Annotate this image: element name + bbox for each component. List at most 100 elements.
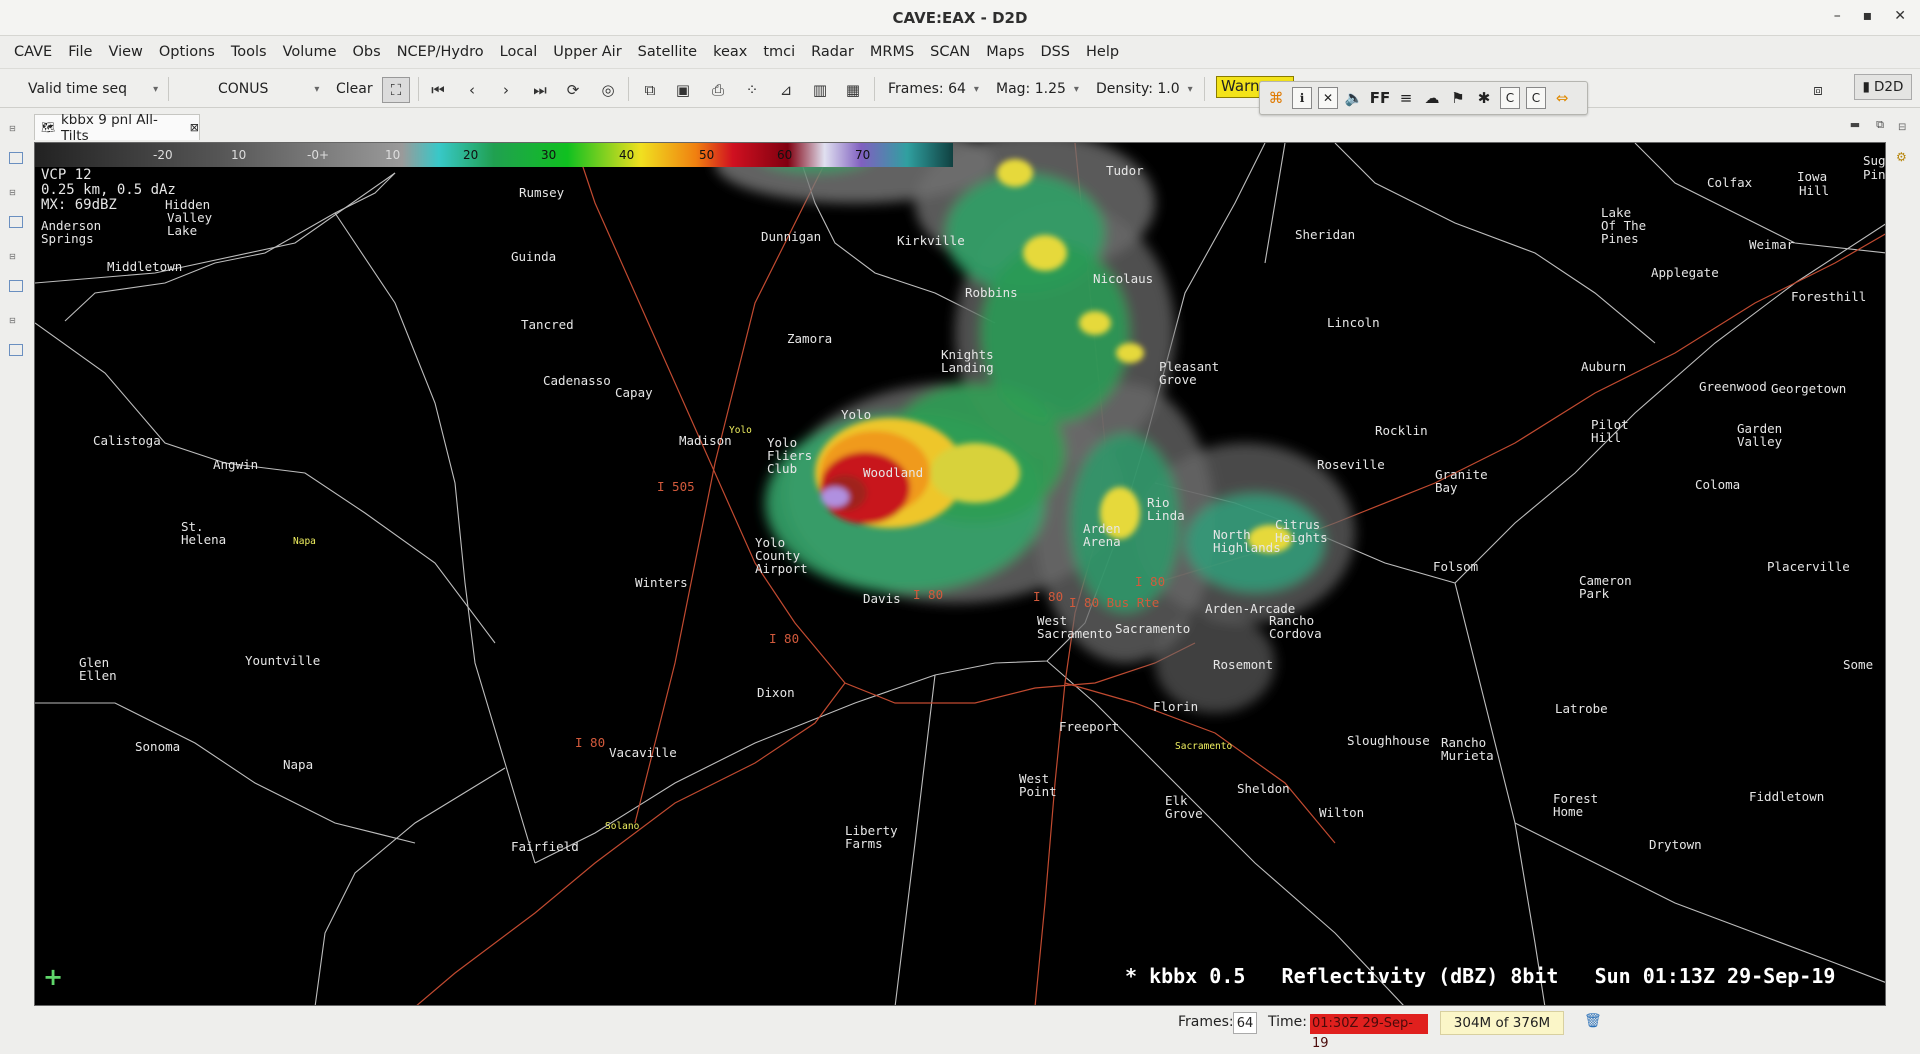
map-label: Middletown — [107, 259, 182, 274]
tab-kbbx-all-tilts[interactable]: 🗺 kbbx 9 pnl All-Tilts ⊠ — [34, 112, 200, 144]
c-left-icon[interactable]: C — [1500, 87, 1520, 109]
last-frame-icon[interactable]: ⏭ — [530, 80, 550, 100]
previous-frame-icon[interactable]: ‹ — [462, 80, 482, 100]
menu-file[interactable]: File — [60, 44, 100, 60]
time-mode-dropdown[interactable]: Valid time seq ▾ — [28, 69, 158, 109]
map-label: Grove — [1159, 372, 1197, 387]
menu-cave[interactable]: CAVE — [6, 44, 60, 60]
map-label: Folsom — [1433, 559, 1478, 574]
menu-satellite[interactable]: Satellite — [630, 44, 705, 60]
menu-radar[interactable]: Radar — [803, 44, 862, 60]
menu-obs[interactable]: Obs — [345, 44, 389, 60]
restore-icon[interactable]: ⊟ — [9, 188, 23, 200]
menu-keax[interactable]: keax — [705, 44, 755, 60]
panel-layout-icon[interactable]: ▥ — [810, 80, 830, 100]
memory-usage-box[interactable]: 304M of 376M — [1440, 1011, 1564, 1035]
menu-lines-icon[interactable]: ≡ — [1396, 87, 1416, 109]
map-label: Cadenasso — [543, 373, 611, 388]
open-perspective-icon[interactable]: ⧈ — [1808, 80, 1828, 100]
speaker-icon[interactable]: 🔈 — [1344, 87, 1364, 109]
minimize-button[interactable]: – — [1834, 8, 1841, 24]
d2d-perspective-button[interactable]: ▮ D2D — [1854, 74, 1912, 100]
max-dbz-text: MX: 69dBZ — [41, 197, 117, 213]
restore-icon[interactable]: ⊟ — [1898, 122, 1906, 133]
print-icon[interactable]: ⎙ — [708, 80, 728, 100]
points-icon[interactable]: ⁘ — [742, 80, 762, 100]
map-label: Guinda — [511, 249, 556, 264]
maximize-pane-icon[interactable]: ⧉ — [1876, 118, 1884, 132]
map-label: Woodland — [863, 465, 923, 480]
c-right-icon[interactable]: C — [1526, 87, 1546, 109]
first-frame-icon[interactable]: ⏮ — [428, 80, 448, 100]
tools-icon[interactable]: ⚙ — [1896, 150, 1907, 164]
map-label: Lincoln — [1327, 315, 1380, 330]
scale-dropdown[interactable]: CONUS ▾ — [218, 69, 319, 109]
vcp-text: VCP 12 — [41, 167, 92, 183]
storm-track-icon[interactable]: ☁ — [1422, 87, 1442, 109]
map-label: Home — [1553, 804, 1583, 819]
close-box-icon[interactable]: ✕ — [1318, 87, 1338, 109]
clear-button[interactable]: Clear — [336, 69, 373, 109]
map-label: Some — [1843, 657, 1873, 672]
menu-maps[interactable]: Maps — [978, 44, 1032, 60]
swap-arrows-icon[interactable]: ⇔ — [1552, 87, 1572, 109]
menu-scan[interactable]: SCAN — [922, 44, 978, 60]
frames-dropdown[interactable]: Frames: 64 ▾ — [888, 69, 979, 109]
map-label: Farms — [845, 836, 883, 851]
density-dropdown[interactable]: Density: 1.0 ▾ — [1096, 69, 1193, 109]
density-value: Density: 1.0 — [1096, 81, 1180, 97]
map-label: Calistoga — [93, 433, 161, 448]
move-icon[interactable]: ⌘ — [1266, 87, 1286, 109]
menu-ncep-hydro[interactable]: NCEP/Hydro — [389, 44, 492, 60]
trash-icon[interactable]: 🗑 — [1584, 1013, 1602, 1029]
map-label: Davis — [863, 591, 901, 606]
map-label: Fairfield — [511, 839, 579, 854]
flag-icon[interactable]: ⚑ — [1448, 87, 1468, 109]
radar-map-canvas[interactable]: TudorRumseyDunnigan KirkvilleColfax IowaHi… — [35, 143, 1886, 1006]
restore-icon[interactable]: ⊟ — [9, 124, 23, 136]
menu-volume[interactable]: Volume — [275, 44, 345, 60]
restore-icon[interactable]: ⊟ — [9, 316, 23, 328]
map-label: Napa — [283, 757, 313, 772]
menu-upper-air[interactable]: Upper Air — [545, 44, 629, 60]
image-properties-icon[interactable]: ⧉ — [640, 80, 660, 100]
editor-tab-row: 🗺 kbbx 9 pnl All-Tilts ⊠ ▬ ⧉ — [30, 110, 1888, 144]
fast-forward-icon[interactable]: FF — [1370, 87, 1391, 109]
colorbar-tick: 70 — [855, 148, 870, 162]
menu-mrms[interactable]: MRMS — [862, 44, 922, 60]
four-panel-icon[interactable]: ▦ — [843, 80, 863, 100]
add-cursor-icon: + — [43, 963, 63, 991]
restore-icon[interactable]: ⊟ — [9, 252, 23, 264]
info-icon[interactable]: ℹ — [1292, 87, 1312, 109]
map-label: Club — [767, 461, 797, 476]
menu-view[interactable]: View — [100, 44, 150, 60]
window-title: CAVE:EAX - D2D — [892, 9, 1028, 27]
map-label: Freeport — [1059, 719, 1119, 734]
fullscreen-toggle-icon[interactable]: ⛶ — [382, 77, 410, 103]
panel-icon[interactable] — [9, 344, 23, 356]
loop-icon[interactable]: ⟳ — [563, 80, 583, 100]
menu-help[interactable]: Help — [1078, 44, 1127, 60]
map-label: Sheldon — [1237, 781, 1290, 796]
snowflake-icon[interactable]: ✱ — [1474, 87, 1494, 109]
menu-tmci[interactable]: tmci — [755, 44, 803, 60]
minimize-pane-icon[interactable]: ▬ — [1850, 118, 1860, 132]
panel-icon[interactable] — [9, 216, 23, 228]
menu-tools[interactable]: Tools — [223, 44, 275, 60]
next-frame-icon[interactable]: › — [496, 80, 516, 100]
panel-icon[interactable] — [9, 280, 23, 292]
maximize-button[interactable]: ▪ — [1863, 8, 1873, 24]
menu-local[interactable]: Local — [492, 44, 546, 60]
menu-options[interactable]: Options — [151, 44, 223, 60]
map-label: Sacramento — [1175, 741, 1232, 752]
menu-dss[interactable]: DSS — [1032, 44, 1078, 60]
mag-dropdown[interactable]: Mag: 1.25 ▾ — [996, 69, 1079, 109]
panel-icon[interactable] — [9, 152, 23, 164]
close-tab-icon[interactable]: ⊠ — [190, 121, 199, 134]
loop-properties-icon[interactable]: ◎ — [598, 80, 618, 100]
baseline-icon[interactable]: ⊿ — [776, 80, 796, 100]
radar-map-display[interactable]: Tudor Rumsey Dunnigan Kirkville Colfax Iowa Hi… — [34, 142, 1886, 1006]
close-button[interactable]: ✕ — [1894, 8, 1906, 24]
colorbar-tick: 20 — [463, 148, 478, 162]
image-combination-icon[interactable]: ▣ — [673, 80, 693, 100]
